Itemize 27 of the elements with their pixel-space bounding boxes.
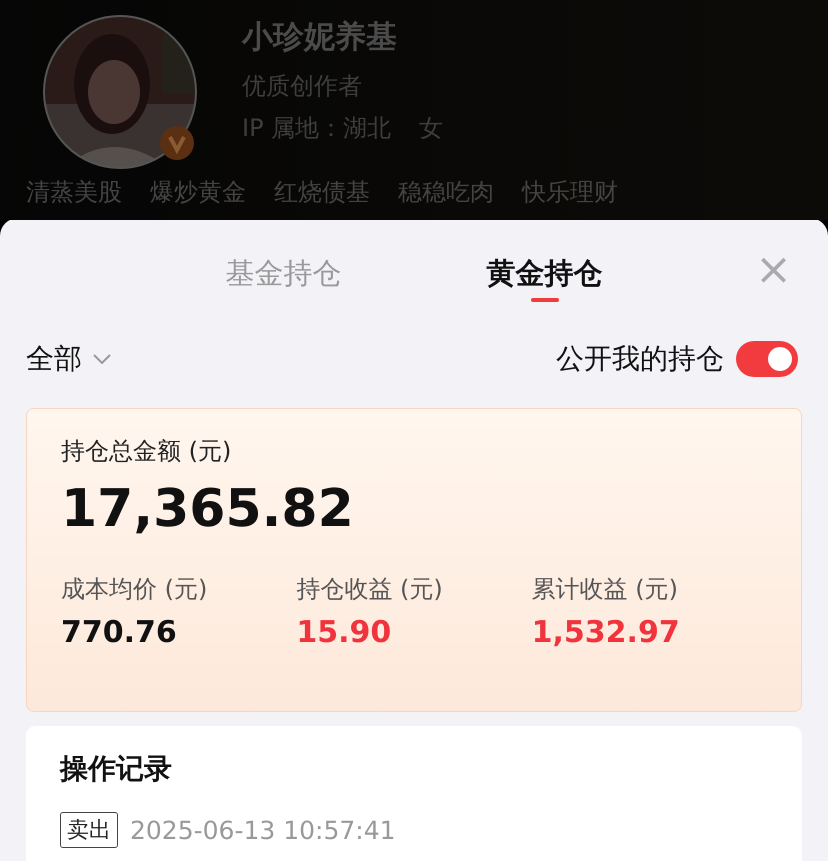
filter-dropdown[interactable]: 全部	[26, 340, 112, 378]
user-title: 优质创作者	[242, 71, 363, 102]
profile-tag[interactable]: 红烧债基	[274, 176, 370, 208]
gender-label: 女	[419, 113, 444, 144]
toggle-label: 公开我的持仓	[556, 341, 724, 377]
records-title: 操作记录	[60, 751, 173, 787]
total-label: 持仓总金额 (元)	[61, 436, 232, 467]
ip-location: IP 属地：湖北	[242, 113, 392, 144]
stat-value: 1,532.97	[532, 615, 681, 650]
tab[interactable]: 基金持仓	[226, 254, 342, 302]
stat-value: 770.76	[61, 615, 178, 650]
profile-tag[interactable]: 稳稳吃肉	[398, 176, 494, 208]
user-name: 小珍妮养基	[242, 18, 398, 56]
action-tag: 卖出	[60, 812, 118, 848]
tab[interactable]: 黄金持仓	[486, 254, 602, 302]
stat-label: 累计收益 (元)	[532, 574, 680, 605]
stat-label: 成本均价 (元)	[61, 574, 208, 605]
public-toggle[interactable]	[736, 341, 798, 377]
profile-tag[interactable]: 爆炒黄金	[150, 176, 246, 208]
caret-icon	[92, 353, 112, 365]
record-time: 2025-06-13 10:57:41	[130, 816, 396, 844]
stat-label: 持仓收益 (元)	[296, 574, 444, 605]
stat-value: 15.90	[296, 615, 392, 650]
close-button[interactable]: ×	[755, 248, 792, 292]
profile-tag[interactable]: 清蒸美股	[26, 176, 122, 208]
total-amount: 17,365.82	[61, 479, 355, 539]
profile-tag[interactable]: 快乐理财	[522, 176, 618, 208]
